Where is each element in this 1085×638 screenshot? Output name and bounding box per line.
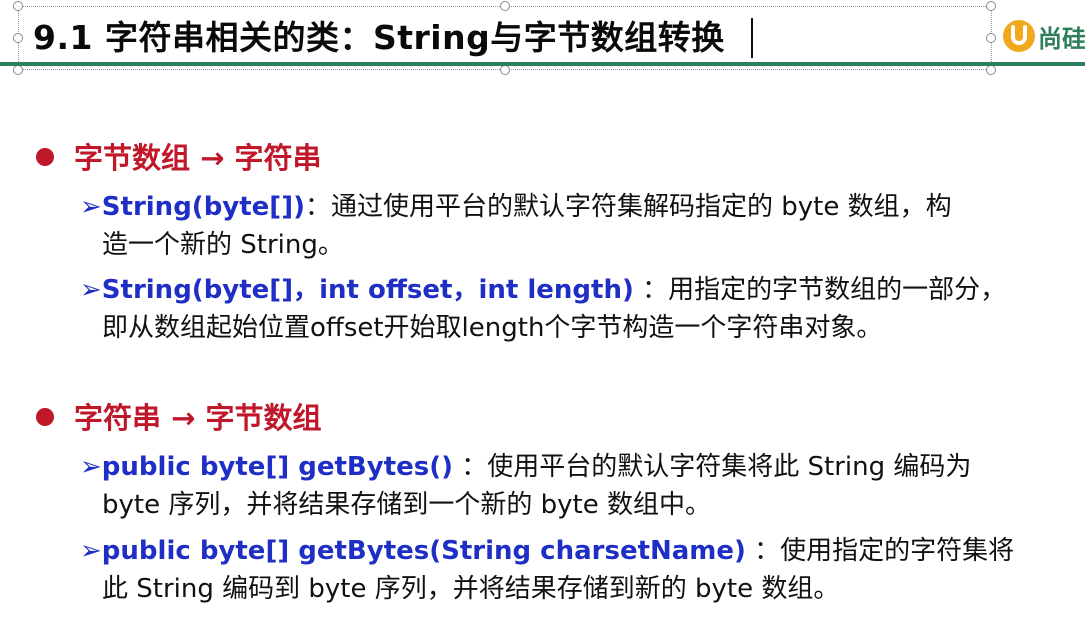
method-signature: String(byte[]): [101, 192, 305, 222]
resize-handle-bottom-middle[interactable]: [500, 65, 510, 75]
list-item: ➢public byte[] getBytes() ：使用平台的默认字符集将此 …: [80, 448, 1055, 524]
entry-line-1: ➢String(byte[]，int offset，int length) ：用…: [80, 271, 1055, 309]
resize-handle-bottom-left[interactable]: [13, 65, 23, 75]
resize-handle-middle-left[interactable]: [13, 33, 23, 43]
section-heading-text: 字符串 → 字节数组: [74, 401, 322, 435]
resize-handle-top-middle[interactable]: [500, 1, 510, 11]
arrow-bullet-icon: ➢: [80, 192, 102, 222]
u-letter-icon: [1011, 25, 1027, 45]
method-signature: public byte[] getBytes(): [101, 452, 453, 482]
list-item: ➢public byte[] getBytes(String charsetNa…: [80, 532, 1055, 608]
logo-text: 尚硅: [1038, 24, 1085, 53]
list-item: ➢String(byte[]，int offset，int length) ：用…: [80, 271, 1055, 347]
title-divider: [0, 62, 1085, 66]
entry-description: ：使用平台的默认字符集将此 String 编码为: [453, 452, 972, 482]
slide-title[interactable]: 9.1 字符串相关的类：String与字节数组转换: [33, 16, 725, 60]
entry-line-1: ➢public byte[] getBytes(String charsetNa…: [80, 532, 1055, 570]
bullet-dot-icon: [36, 148, 54, 166]
method-signature: public byte[] getBytes(String charsetNam…: [101, 536, 746, 566]
entry-line-1: ➢public byte[] getBytes() ：使用平台的默认字符集将此 …: [80, 448, 1055, 486]
entry-line-1: ➢String(byte[])：通过使用平台的默认字符集解码指定的 byte 数…: [80, 188, 1055, 226]
section-heading-text: 字节数组 → 字符串: [74, 141, 322, 175]
arrow-bullet-icon: ➢: [80, 275, 102, 305]
entry-line-2: 此 String 编码到 byte 序列，并将结果存储到新的 byte 数组。: [102, 574, 840, 604]
entry-line-2: 即从数组起始位置offset开始取length个字节构造一个字符串对象。: [102, 313, 883, 343]
list-item: ➢String(byte[])：通过使用平台的默认字符集解码指定的 byte 数…: [80, 188, 1055, 264]
resize-handle-bottom-right[interactable]: [986, 65, 996, 75]
section-heading-bytes-to-string: 字节数组 → 字符串: [36, 139, 322, 177]
brand-logo: 尚硅: [1003, 18, 1085, 54]
entry-line-2: byte 序列，并将结果存储到一个新的 byte 数组中。: [102, 490, 711, 520]
arrow-bullet-icon: ➢: [80, 536, 102, 566]
resize-handle-middle-right[interactable]: [986, 33, 996, 43]
resize-handle-top-left[interactable]: [13, 1, 23, 11]
entry-description: ：通过使用平台的默认字符集解码指定的 byte 数组，构: [304, 192, 952, 222]
section-heading-string-to-bytes: 字符串 → 字节数组: [36, 399, 322, 437]
entry-description: ：用指定的字节数组的一部分，: [633, 275, 1007, 305]
text-cursor: [751, 18, 753, 58]
entry-line-2: 造一个新的 String。: [102, 230, 344, 260]
entry-description: ：使用指定的字符集将: [745, 536, 1015, 566]
bullet-dot-icon: [36, 408, 54, 426]
resize-handle-top-right[interactable]: [986, 1, 996, 11]
method-signature: String(byte[]，int offset，int length): [101, 275, 634, 305]
logo-mark-icon: [1003, 20, 1035, 52]
arrow-bullet-icon: ➢: [80, 452, 102, 482]
